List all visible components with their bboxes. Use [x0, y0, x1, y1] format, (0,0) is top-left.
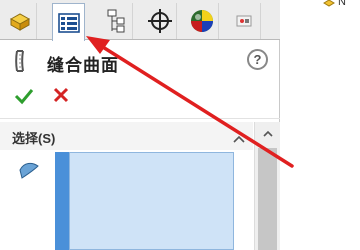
screen: N 缝合曲面 ? 选择(S): [0, 0, 360, 250]
section-title: 选择(S): [12, 131, 56, 146]
tab-dimxpert-manager[interactable]: [144, 3, 177, 39]
color-sphere-icon: [189, 8, 215, 34]
scroll-up-button[interactable]: [255, 122, 280, 144]
help-button[interactable]: ?: [247, 49, 268, 70]
divider: [0, 118, 280, 119]
selection-section-header[interactable]: 选择(S): [0, 122, 253, 150]
tab-property-manager[interactable]: [52, 3, 85, 41]
surfaces-selection-list[interactable]: [69, 152, 234, 250]
corner-label: N: [338, 0, 346, 8]
cancel-button[interactable]: [52, 86, 70, 104]
manager-tab-bar: [0, 0, 280, 41]
chevron-up-icon: [262, 124, 273, 142]
tab-feature-manager[interactable]: [4, 3, 37, 39]
scroll-thumb[interactable]: [258, 148, 277, 250]
surface-select-icon: [18, 160, 40, 185]
part-icon: [322, 0, 336, 14]
checkmark-icon: [14, 89, 34, 110]
chevron-up-icon[interactable]: [233, 130, 245, 148]
property-manager-panel: 缝合曲面 ? 选择(S): [0, 0, 280, 250]
vertical-scrollbar[interactable]: [254, 122, 280, 250]
ok-button[interactable]: [14, 86, 34, 106]
tab-configuration-manager[interactable]: [100, 3, 133, 39]
tab-cam-manager[interactable]: [228, 3, 261, 39]
feature-title: 缝合曲面: [47, 56, 119, 75]
knit-surface-icon: [14, 49, 36, 78]
cam-icon: [234, 11, 254, 31]
configuration-icon: [105, 8, 127, 34]
close-icon: [52, 87, 70, 108]
selection-box-marker: [55, 152, 69, 250]
tab-display-manager[interactable]: [186, 3, 219, 39]
part-icon: [8, 9, 32, 33]
crosshair-icon: [147, 8, 173, 34]
property-list-icon: [57, 12, 81, 34]
